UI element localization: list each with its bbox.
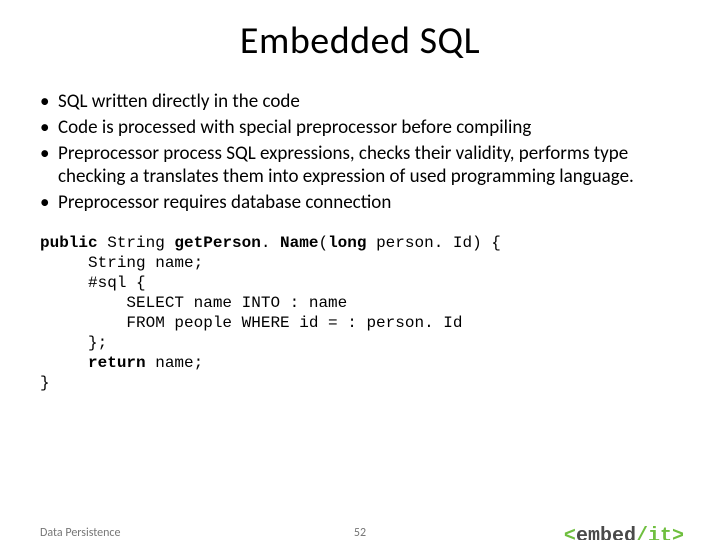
code-text: . [434, 234, 453, 252]
code-line: } [40, 374, 50, 392]
code-line: }; [40, 334, 107, 352]
code-keyword: return [88, 354, 146, 372]
bullet-dot-icon: • [40, 116, 58, 140]
code-keyword: Name [280, 234, 318, 252]
code-text: . [261, 234, 280, 252]
logo-slash-icon: / [636, 525, 648, 540]
code-keyword: long [328, 234, 366, 252]
bullet-text: Code is processed with special preproces… [58, 116, 680, 140]
code-keyword: get [174, 234, 203, 252]
code-text: Id) { [453, 234, 501, 252]
code-line: String name; [40, 254, 203, 272]
code-keyword: Person [203, 234, 261, 252]
code-text: name; [146, 354, 204, 372]
logo-angle-left-icon: < [564, 525, 576, 540]
code-keyword: public [40, 234, 98, 252]
code-text: person [366, 234, 433, 252]
logo-text-it: it [648, 525, 672, 540]
code-text: ( [318, 234, 328, 252]
code-text [40, 354, 88, 372]
code-text: String [98, 234, 175, 252]
bullet-item: • Code is processed with special preproc… [40, 116, 680, 140]
code-line: #sql { [40, 274, 146, 292]
slide: Embedded SQL • SQL written directly in t… [0, 18, 720, 540]
bullet-text: SQL written directly in the code [58, 90, 680, 114]
logo-angle-right-icon: > [672, 525, 684, 540]
code-block: public String getPerson. Name(long perso… [40, 233, 680, 393]
embedit-logo: <embed/it> [564, 525, 684, 540]
bullet-item: • Preprocessor requires database connect… [40, 191, 680, 215]
bullet-text: Preprocessor requires database connectio… [58, 191, 680, 215]
slide-title: Embedded SQL [0, 18, 720, 64]
logo-text-embed: embed [576, 525, 636, 540]
bullet-item: • Preprocessor process SQL expressions, … [40, 142, 680, 190]
bullet-text: Preprocessor process SQL expressions, ch… [58, 142, 680, 190]
bullet-list: • SQL written directly in the code • Cod… [40, 90, 680, 215]
bullet-dot-icon: • [40, 142, 58, 190]
bullet-dot-icon: • [40, 191, 58, 215]
bullet-dot-icon: • [40, 90, 58, 114]
code-line: SELECT name INTO : name [40, 294, 347, 312]
code-line: FROM people WHERE id = : person. Id [40, 314, 462, 332]
bullet-item: • SQL written directly in the code [40, 90, 680, 114]
